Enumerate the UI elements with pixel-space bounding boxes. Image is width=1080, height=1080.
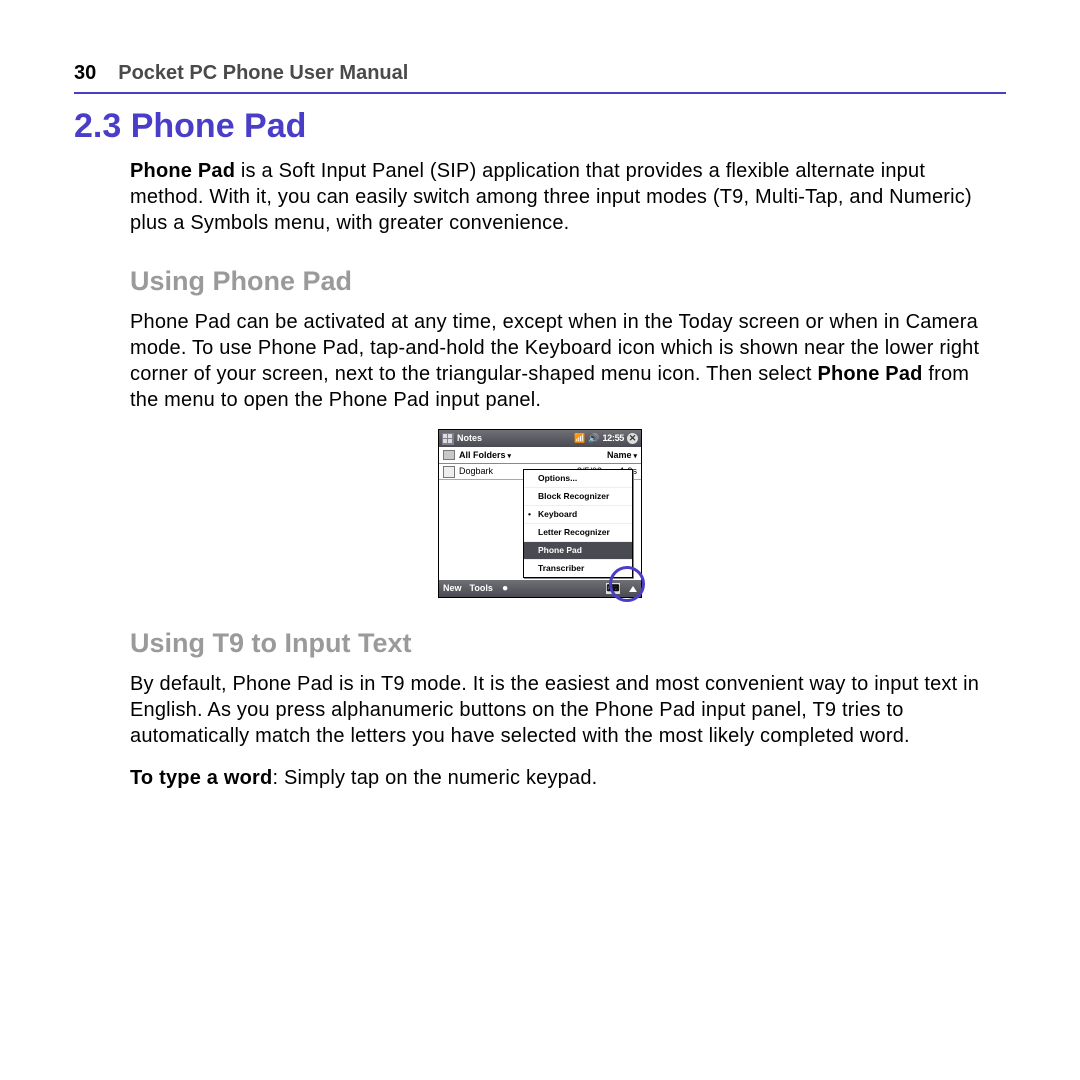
intro-lead-rest: is a Soft Input Panel (SIP) application … — [130, 160, 972, 234]
screenshot-titlebar: Notes 📶 🔊 12:55 ✕ — [439, 430, 641, 447]
folder-dropdown: All Folders — [459, 451, 511, 460]
using-paragraph-term: Phone Pad — [817, 363, 922, 385]
running-header: 30 Pocket PC Phone User Manual — [74, 60, 1006, 86]
menu-item-block-recognizer: Block Recognizer — [524, 487, 632, 505]
screenshot-folder-row: All Folders Name — [439, 447, 641, 464]
name-column-header: Name — [607, 451, 637, 460]
intro-paragraph: Phone Pad is a Soft Input Panel (SIP) ap… — [130, 158, 996, 236]
new-button: New — [443, 584, 462, 593]
menu-item-keyboard: Keyboard — [524, 505, 632, 523]
tools-button: Tools — [470, 584, 493, 593]
page-number: 30 — [74, 60, 96, 86]
type-a-word-rest: : Simply tap on the numeric keypad. — [272, 767, 597, 789]
screenshot-app-name: Notes — [457, 434, 482, 443]
folder-icon — [443, 450, 455, 460]
intro-lead-term: Phone Pad — [130, 160, 235, 182]
sip-popup-menu: Options... Block Recognizer Keyboard Let… — [523, 469, 633, 578]
using-paragraph: Phone Pad can be activated at any time, … — [130, 309, 996, 413]
rec-icon: ⏺ — [503, 584, 508, 593]
sip-menu-triangle-icon — [629, 586, 637, 592]
running-title: Pocket PC Phone User Manual — [118, 60, 408, 86]
menu-item-transcriber: Transcriber — [524, 559, 632, 577]
speaker-icon: 🔊 — [588, 434, 599, 443]
screenshot-clock: 12:55 — [602, 434, 624, 443]
screenshot: Notes 📶 🔊 12:55 ✕ All Folders Name Dogba… — [438, 429, 642, 598]
subheading-using-phone-pad: Using Phone Pad — [130, 264, 1006, 299]
menu-item-options: Options... — [524, 470, 632, 487]
subheading-t9: Using T9 to Input Text — [130, 626, 1006, 661]
start-icon — [442, 433, 454, 445]
screenshot-bottombar: New Tools ⏺ ⌨ — [439, 580, 641, 597]
menu-item-letter-recognizer: Letter Recognizer — [524, 523, 632, 541]
t9-paragraph: By default, Phone Pad is in T9 mode. It … — [130, 671, 996, 749]
note-icon — [443, 466, 455, 478]
section-heading: 2.3 Phone Pad — [74, 104, 1006, 148]
close-icon: ✕ — [627, 433, 638, 444]
signal-icon: 📶 — [574, 434, 585, 443]
menu-item-phone-pad: Phone Pad — [524, 541, 632, 559]
type-a-word-paragraph: To type a word: Simply tap on the numeri… — [130, 765, 996, 791]
keyboard-icon: ⌨ — [606, 583, 620, 594]
note-name: Dogbark — [459, 467, 493, 476]
type-a-word-lead: To type a word — [130, 767, 272, 789]
header-rule — [74, 92, 1006, 94]
